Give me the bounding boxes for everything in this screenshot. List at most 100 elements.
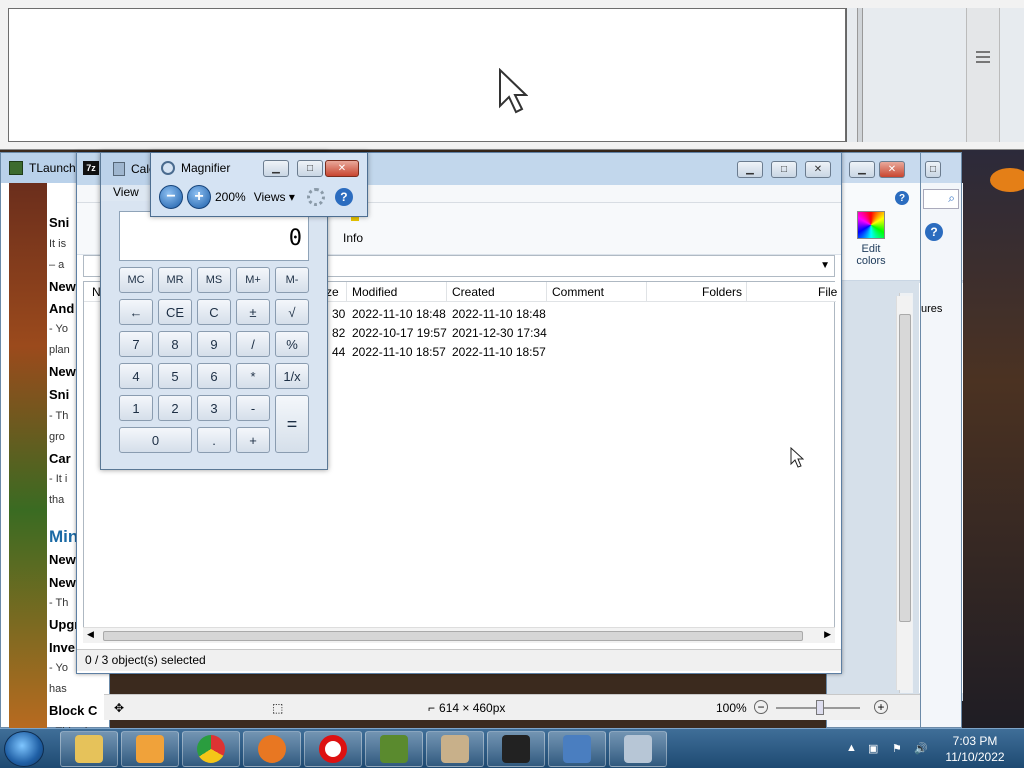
- calc-button-memory-add[interactable]: M+: [236, 267, 270, 293]
- cell-modified: 2022-11-10 18:57: [352, 345, 446, 359]
- paint-vertical-scrollbar[interactable]: [896, 296, 912, 690]
- sevenzip-minimize-button[interactable]: ▁: [737, 161, 763, 178]
- column-folders[interactable]: Folders: [702, 285, 742, 299]
- calc-button-memory-subtract[interactable]: M-: [275, 267, 309, 293]
- sevenzip-close-button[interactable]: ✕: [805, 161, 831, 178]
- column-modified[interactable]: Modified: [352, 285, 397, 299]
- calc-button-digit-6[interactable]: 6: [197, 363, 231, 389]
- cell-created: 2021-12-30 17:34: [452, 326, 547, 340]
- paint-icon: [441, 735, 469, 763]
- column-divider[interactable]: [646, 282, 647, 302]
- selection-status: 0 / 3 object(s) selected: [85, 653, 206, 667]
- scrollbar-thumb[interactable]: [899, 314, 911, 622]
- magnified-divider: [857, 8, 863, 142]
- scroll-right-icon[interactable]: ▶: [824, 629, 831, 640]
- calc-button-clear[interactable]: C: [197, 299, 231, 325]
- calc-button-clear-entry[interactable]: CE: [158, 299, 192, 325]
- explorer-maximize-button[interactable]: □: [925, 161, 941, 178]
- color-wheel-icon: [857, 211, 885, 239]
- taskbar-app-opera[interactable]: [304, 731, 362, 767]
- show-hidden-icons-icon[interactable]: ▲: [846, 742, 860, 756]
- calc-button-subtract[interactable]: -: [236, 395, 270, 421]
- column-file[interactable]: File: [818, 285, 837, 299]
- minus-icon: −: [166, 188, 176, 205]
- calc-button-reciprocal[interactable]: 1/x: [275, 363, 309, 389]
- taskbar-app-firefox[interactable]: [243, 731, 301, 767]
- taskbar-app-media-player[interactable]: [121, 731, 179, 767]
- calculator-icon: [113, 162, 125, 176]
- horizontal-scrollbar[interactable]: ◀ ▶: [83, 627, 835, 643]
- taskbar-app-paint[interactable]: [426, 731, 484, 767]
- calc-button-negate[interactable]: ±: [236, 299, 270, 325]
- search-box[interactable]: ⌕: [923, 189, 959, 209]
- taskbar-app-chrome[interactable]: [182, 731, 240, 767]
- calc-button-digit-5[interactable]: 5: [158, 363, 192, 389]
- calc-button-memory-clear[interactable]: MC: [119, 267, 153, 293]
- taskbar-app-sevenzip[interactable]: [487, 731, 545, 767]
- calc-button-digit-2[interactable]: 2: [158, 395, 192, 421]
- zoom-in-button[interactable]: +: [187, 185, 211, 209]
- calc-button-equals[interactable]: =: [275, 395, 309, 453]
- news-line: Block C: [49, 703, 98, 718]
- magnifier-maximize-button[interactable]: □: [297, 160, 323, 177]
- column-divider[interactable]: [446, 282, 447, 302]
- info-button[interactable]: Info: [343, 231, 363, 245]
- dropdown-arrow-icon[interactable]: ▼: [820, 260, 830, 271]
- paint-help-icon[interactable]: ?: [895, 191, 909, 205]
- calc-button-digit-9[interactable]: 9: [197, 331, 231, 357]
- help-icon[interactable]: ?: [334, 188, 353, 206]
- minecraft-icon: [380, 735, 408, 763]
- calc-button-percent[interactable]: %: [275, 331, 309, 357]
- calc-button-digit-3[interactable]: 3: [197, 395, 231, 421]
- calc-button-digit-8[interactable]: 8: [158, 331, 192, 357]
- taskbar-app-calculator[interactable]: [609, 731, 667, 767]
- clock-time: 7:03 PM: [952, 734, 998, 748]
- calc-button-backspace[interactable]: ←: [119, 299, 153, 325]
- calculator-icon: [624, 735, 652, 763]
- paint-minimize-button[interactable]: ▁: [849, 161, 875, 178]
- start-button[interactable]: [4, 731, 44, 767]
- magnifier-close-button[interactable]: ✕: [325, 160, 359, 177]
- column-divider[interactable]: [346, 282, 347, 302]
- edit-colors-button[interactable]: Edit colors: [847, 211, 895, 267]
- column-comment[interactable]: Comment: [552, 285, 604, 299]
- action-center-icon[interactable]: ⚑: [892, 742, 906, 756]
- calc-button-digit-7[interactable]: 7: [119, 331, 153, 357]
- calc-button-add[interactable]: +: [236, 427, 270, 453]
- sevenzip-maximize-button[interactable]: □: [771, 161, 797, 178]
- calc-button-sqrt[interactable]: √: [275, 299, 309, 325]
- gear-icon[interactable]: [306, 188, 325, 206]
- taskbar-app-folder[interactable]: [60, 731, 118, 767]
- cell-size: 44: [332, 345, 346, 359]
- zoom-out-button[interactable]: −: [159, 185, 183, 209]
- calc-button-decimal[interactable]: .: [197, 427, 231, 453]
- calc-button-divide[interactable]: /: [236, 331, 270, 357]
- calc-button-digit-4[interactable]: 4: [119, 363, 153, 389]
- taskbar-app-minecraft[interactable]: [365, 731, 423, 767]
- calc-button-memory-recall[interactable]: MR: [158, 267, 192, 293]
- calc-button-digit-0[interactable]: 0: [119, 427, 192, 453]
- column-created[interactable]: Created: [452, 285, 495, 299]
- scrollbar-thumb[interactable]: [103, 631, 803, 641]
- volume-icon[interactable]: 🔊: [914, 742, 928, 756]
- scroll-left-icon[interactable]: ◀: [87, 629, 94, 640]
- column-divider[interactable]: [546, 282, 547, 302]
- zoom-slider-thumb[interactable]: [816, 700, 824, 715]
- calc-button-memory-store[interactable]: MS: [197, 267, 231, 293]
- explorer-help-icon[interactable]: ?: [925, 223, 943, 241]
- paint-close-button[interactable]: ✕: [879, 161, 905, 178]
- views-dropdown[interactable]: Views ▾: [254, 190, 295, 204]
- chrome-icon: [197, 735, 225, 763]
- taskbar-app-magnifier[interactable]: [548, 731, 606, 767]
- menu-view[interactable]: View: [113, 185, 139, 199]
- calc-button-multiply[interactable]: *: [236, 363, 270, 389]
- zoom-in-button[interactable]: +: [874, 700, 888, 714]
- clock[interactable]: 7:03 PM 11/10/2022: [940, 733, 1010, 765]
- calc-button-digit-1[interactable]: 1: [119, 395, 153, 421]
- display-value: 0: [288, 226, 302, 251]
- column-divider[interactable]: [746, 282, 747, 302]
- sevenzip-icon: 7z: [83, 161, 99, 175]
- magnifier-minimize-button[interactable]: ▁: [263, 160, 289, 177]
- zoom-out-button[interactable]: −: [754, 700, 768, 714]
- network-icon[interactable]: ▣: [868, 742, 882, 756]
